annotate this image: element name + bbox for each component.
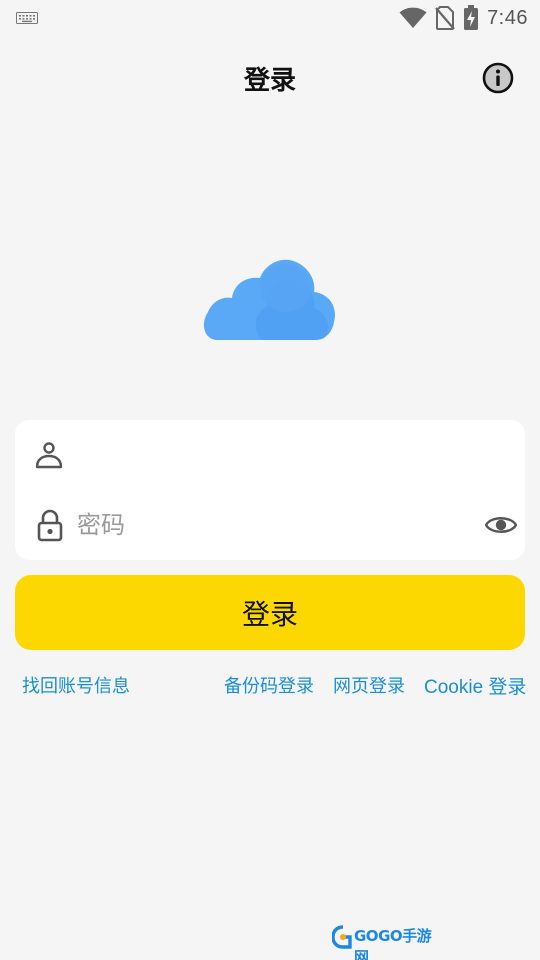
status-bar: 7:46 [0,0,540,36]
gogo-logo-icon [332,925,352,949]
username-input[interactable] [77,432,457,478]
keyboard-icon [16,12,38,24]
cookie-login-link[interactable]: Cookie 登录 [424,672,526,699]
wifi-icon [399,7,427,28]
web-login-link[interactable]: 网页登录 [333,672,405,698]
user-icon [35,442,63,469]
password-row [15,490,525,560]
login-button[interactable]: 登录 [15,575,525,650]
status-time: 7:46 [487,6,528,29]
status-icons: 7:46 [399,4,528,32]
cloud-icon [203,259,336,340]
login-form-card [15,420,525,560]
battery-charging-icon [464,5,479,30]
backup-code-login-link[interactable]: 备份码登录 [224,672,314,698]
lock-icon [37,509,63,542]
login-screen: 7:46 登录 登录 找回账号信息 备份码登录 网页登录 Cookie 登录 G… [0,0,540,960]
eye-icon[interactable] [485,512,517,538]
app-bar: 登录 [0,46,540,110]
watermark-text: GOGO手游网 [354,927,432,960]
page-title: 登录 [243,66,296,96]
username-row [15,420,525,490]
watermark-logo: GOGO手游网 [332,925,438,960]
info-icon[interactable] [481,61,515,95]
password-input[interactable] [77,502,457,548]
no-sim-icon [435,6,455,30]
recover-account-link[interactable]: 找回账号信息 [22,672,130,698]
